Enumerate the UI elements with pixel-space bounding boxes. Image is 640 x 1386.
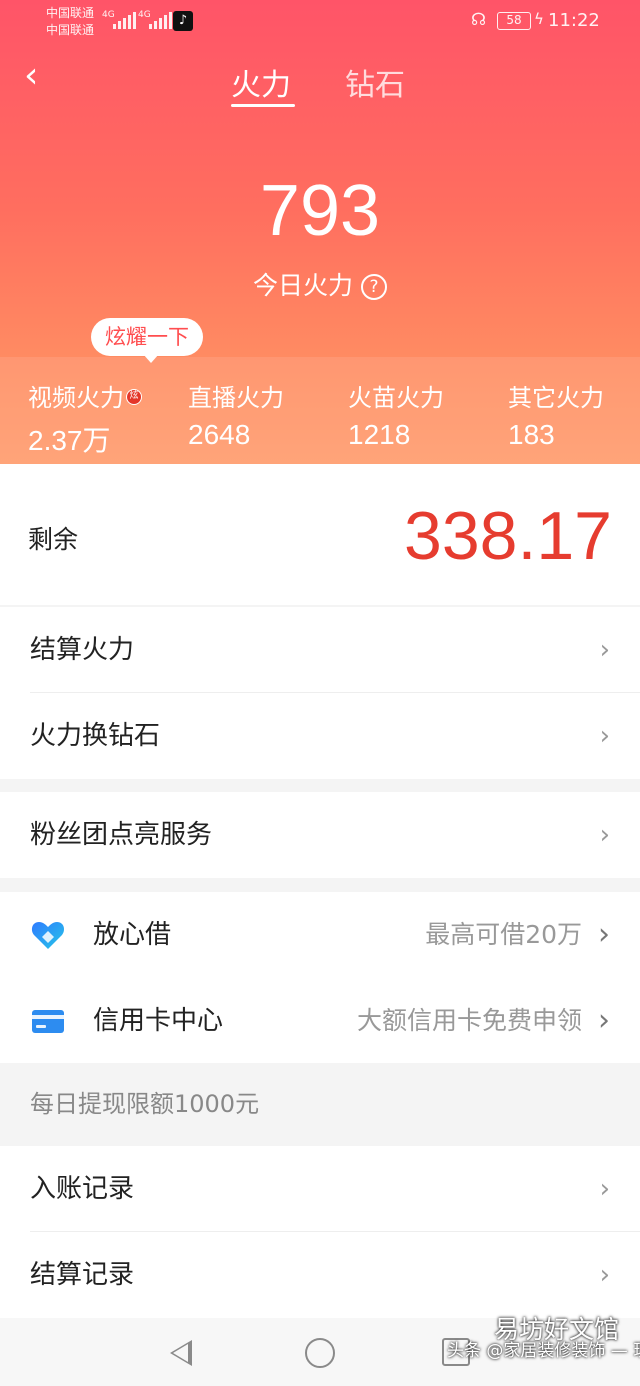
nav-home-icon[interactable] [305, 1338, 335, 1368]
menu-label: 结算火力 [30, 635, 135, 665]
charging-icon: ϟ [534, 10, 544, 28]
nav-back-icon[interactable] [170, 1340, 192, 1366]
status-time: 11:22 [548, 10, 600, 31]
today-firepower-label: 今日火力 [252, 271, 353, 300]
status-bar: 中国联通 中国联通 4G 4G ♪ ☊ 58 ϟ 11:22 [0, 0, 640, 44]
withdraw-limit-text: 每日提现限额1000元 [30, 1090, 260, 1118]
stat-value: 1218 [348, 419, 411, 450]
stat-live[interactable]: 直播火力 2648 [188, 378, 284, 451]
menu-label: 粉丝团点亮服务 [30, 820, 213, 850]
menu-label: 入账记录 [30, 1174, 135, 1204]
menu-label: 火力换钻石 [30, 721, 161, 751]
stat-other[interactable]: 其它火力 183 [508, 378, 604, 451]
menu-sub-label: 最高可借20万 [425, 920, 582, 949]
tab-huoli[interactable]: 火力 [231, 60, 291, 104]
tab-active-underline [231, 104, 295, 107]
stat-value: 183 [508, 419, 555, 450]
withdraw-limit-notice: 每日提现限额1000元 [0, 1063, 640, 1145]
tiktok-icon: ♪ [173, 11, 193, 31]
stat-value: 2648 [188, 419, 251, 450]
today-firepower-value: 793 [259, 171, 381, 251]
menu-label: 信用卡中心 [93, 1006, 224, 1036]
menu-settlement-records[interactable]: 结算记录 › [0, 1232, 640, 1318]
stat-video[interactable]: 视频火力炫 2.37万 [28, 378, 142, 459]
tooltip-arrow [143, 354, 159, 363]
menu-credit-card[interactable]: 信用卡中心 大额信用卡免费申领 › [0, 978, 640, 1064]
carrier-names: 中国联通 中国联通 [46, 5, 94, 39]
stat-value: 2.37万 [28, 425, 111, 456]
stat-label: 火苗火力 [348, 384, 444, 412]
menu-label: 放心借 [93, 920, 172, 950]
chevron-right-icon: › [599, 1174, 610, 1204]
menu-exchange-diamond[interactable]: 火力换钻石 › [0, 693, 640, 779]
chevron-right-icon: › [598, 917, 610, 952]
back-arrow-icon[interactable]: ‹ [24, 58, 64, 98]
today-firepower-label-row: 今日火力? [0, 266, 640, 302]
credit-card-icon [32, 1010, 64, 1033]
battery-icon: 58 [497, 12, 531, 30]
stat-label: 其它火力 [508, 384, 604, 412]
chevron-right-icon: › [598, 1003, 610, 1038]
watermark-caption: 头条 @家居装修装饰 — 现场 [447, 1341, 640, 1361]
hero-panel: 中国联通 中国联通 4G 4G ♪ ☊ 58 ϟ 11:22 ‹ 火力 钻石 7… [0, 0, 640, 464]
remaining-value: 338.17 [404, 498, 612, 574]
signal-icon [113, 11, 136, 29]
menu-fan-club-service[interactable]: 粉丝团点亮服务 › [0, 792, 640, 878]
menu-label: 结算记录 [30, 1260, 135, 1290]
remaining-label: 剩余 [28, 525, 79, 554]
heart-loan-icon [31, 922, 65, 949]
remaining-card: 剩余 338.17 [0, 464, 640, 605]
headset-icon: ☊ [471, 10, 487, 30]
chevron-right-icon: › [599, 635, 610, 665]
stat-label: 视频火力 [28, 384, 124, 412]
stat-flame[interactable]: 火苗火力 1218 [348, 378, 444, 451]
flaunt-badge-icon: 炫 [126, 389, 142, 405]
carrier-2: 中国联通 [46, 23, 95, 37]
chevron-right-icon: › [599, 820, 610, 850]
chevron-right-icon: › [599, 1260, 610, 1290]
signal-icon [149, 11, 172, 29]
menu-settle-firepower[interactable]: 结算火力 › [0, 607, 640, 693]
carrier-1: 中国联通 [46, 6, 95, 20]
stat-label: 直播火力 [188, 384, 284, 412]
chevron-right-icon: › [599, 721, 610, 751]
tab-zuanshi[interactable]: 钻石 [345, 60, 405, 104]
help-icon[interactable]: ? [361, 274, 387, 300]
menu-income-records[interactable]: 入账记录 › [0, 1146, 640, 1232]
menu-loan[interactable]: 放心借 最高可借20万 › [0, 892, 640, 978]
menu-sub-label: 大额信用卡免费申领 [356, 1006, 582, 1035]
flaunt-tooltip[interactable]: 炫耀一下 [91, 318, 203, 356]
